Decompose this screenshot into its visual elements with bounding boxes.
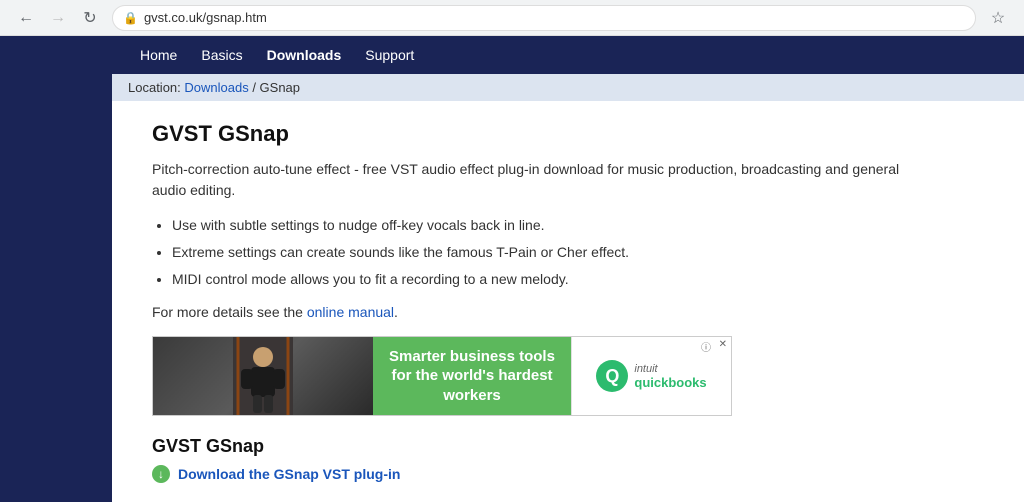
download-link-row: ↓ Download the GSnap VST plug-in (152, 465, 932, 483)
qb-icon: Q (596, 360, 628, 392)
page-description: Pitch-correction auto-tune effect - free… (152, 159, 932, 201)
page-title: GVST GSnap (152, 121, 932, 147)
page-wrapper: Home Basics Downloads Support Location: … (0, 36, 1024, 502)
download-title: GVST GSnap (152, 436, 932, 457)
url-text: gvst.co.uk/gsnap.htm (144, 10, 267, 25)
browser-chrome: ← → ↻ 🔒 gvst.co.uk/gsnap.htm ☆ (0, 0, 1024, 36)
manual-suffix: . (394, 304, 398, 320)
left-sidebar (0, 36, 112, 502)
nav-bar: Home Basics Downloads Support (112, 36, 1024, 74)
download-section: GVST GSnap ↓ Download the GSnap VST plug… (152, 436, 932, 483)
manual-prefix: For more details see the (152, 304, 307, 320)
ad-photo (153, 337, 373, 415)
list-item: Use with subtle settings to nudge off-ke… (172, 215, 932, 236)
breadcrumb-prefix: Location: (128, 80, 184, 95)
page-content: GVST GSnap Pitch-correction auto-tune ef… (112, 101, 972, 502)
ad-info-button[interactable]: ⓘ (701, 339, 711, 354)
nav-support[interactable]: Support (353, 39, 426, 71)
lock-icon: 🔒 (123, 11, 138, 25)
ad-green-section[interactable]: Smarter business tools for the world's h… (373, 337, 571, 415)
qb-text-group: intuit quickbooks (634, 363, 706, 390)
address-bar[interactable]: 🔒 gvst.co.uk/gsnap.htm (112, 5, 976, 31)
browser-nav-buttons: ← → ↻ (12, 4, 104, 32)
main-area: Home Basics Downloads Support Location: … (112, 36, 1024, 502)
refresh-button[interactable]: ↻ (76, 4, 104, 32)
forward-button[interactable]: → (44, 4, 72, 32)
breadcrumb-current: GSnap (260, 80, 300, 95)
back-button[interactable]: ← (12, 4, 40, 32)
breadcrumb-link[interactable]: Downloads (184, 80, 248, 95)
nav-basics[interactable]: Basics (189, 39, 254, 71)
ad-text-line1: Smarter business tools (389, 347, 555, 367)
ad-close-button[interactable]: ✕ (719, 339, 727, 350)
breadcrumb-separator: / (249, 80, 260, 95)
bookmark-button[interactable]: ☆ (984, 4, 1012, 32)
ad-image-left (153, 337, 373, 415)
manual-line: For more details see the online manual. (152, 304, 932, 320)
ad-text-line2: for the world's hardest workers (385, 366, 559, 405)
list-item: Extreme settings can create sounds like … (172, 242, 932, 263)
feature-list: Use with subtle settings to nudge off-ke… (172, 215, 932, 290)
nav-downloads[interactable]: Downloads (255, 39, 354, 71)
download-link[interactable]: Download the GSnap VST plug-in (178, 466, 400, 482)
qb-prefix: intuit (634, 363, 706, 375)
qb-brand: quickbooks (634, 375, 706, 390)
manual-link[interactable]: online manual (307, 304, 394, 320)
person-silhouette (233, 337, 293, 415)
breadcrumb-bar: Location: Downloads / GSnap (112, 74, 1024, 101)
ad-banner: Smarter business tools for the world's h… (152, 336, 732, 416)
list-item: MIDI control mode allows you to fit a re… (172, 269, 932, 290)
download-icon: ↓ (152, 465, 170, 483)
quickbooks-logo: Q intuit quickbooks (596, 360, 706, 392)
nav-home[interactable]: Home (128, 39, 189, 71)
